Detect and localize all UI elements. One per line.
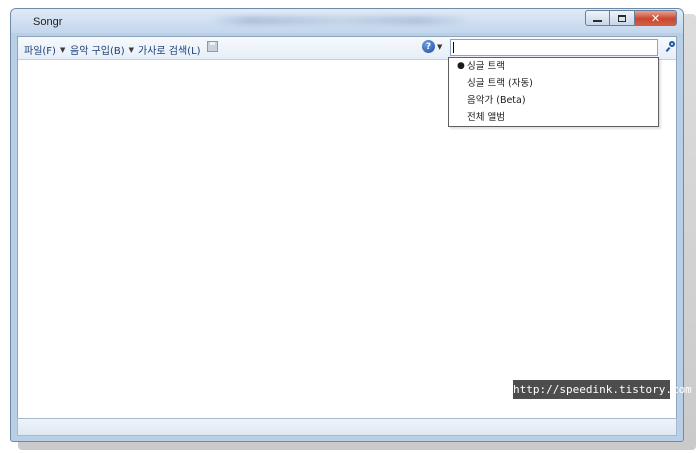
client-area: 파일(F) ▼ 음악 구입(B) ▼ 가사로 검색(L) ? ▼ ● 싱글 트랙… bbox=[17, 36, 677, 436]
search-mode-label: 전체 앨범 bbox=[467, 112, 505, 123]
chevron-down-icon: ▼ bbox=[59, 45, 66, 54]
search-mode-dropdown: ● 싱글 트랙 싱글 트랙 (자동) 음악가 (Beta) 전체 앨범 bbox=[448, 57, 659, 127]
save-icon[interactable] bbox=[207, 41, 218, 52]
menu-search-lyrics[interactable]: 가사로 검색(L) bbox=[138, 42, 201, 57]
window-title: Songr bbox=[33, 16, 63, 28]
search-mode-label: 싱글 트랙 (자동) bbox=[467, 78, 533, 89]
search-mode-option[interactable]: 음악가 (Beta) bbox=[449, 92, 658, 109]
search-icon bbox=[669, 41, 675, 47]
search-mode-label: 음악가 (Beta) bbox=[467, 95, 526, 106]
maximize-button[interactable] bbox=[610, 10, 635, 26]
help-button[interactable]: ? ▼ bbox=[422, 40, 442, 53]
menu-buy-music[interactable]: 음악 구입(B) ▼ bbox=[70, 42, 135, 58]
search-button[interactable] bbox=[665, 41, 678, 53]
close-icon: ✕ bbox=[650, 11, 661, 25]
menu-buy-music-label: 음악 구입(B) bbox=[70, 46, 125, 57]
app-window: Songr ✕ 파일(F) ▼ 음악 구입(B) ▼ 가사로 검색(L) ? ▼ bbox=[10, 8, 684, 442]
menu-search-lyrics-label: 가사로 검색(L) bbox=[138, 46, 201, 57]
maximize-icon bbox=[618, 14, 626, 22]
menu-file-label: 파일(F) bbox=[24, 46, 56, 57]
selected-bullet-icon: ● bbox=[457, 61, 465, 71]
title-bar[interactable]: Songr ✕ bbox=[11, 9, 683, 33]
search-mode-option[interactable]: 싱글 트랙 (자동) bbox=[449, 75, 658, 92]
minimize-icon bbox=[593, 19, 602, 22]
close-button[interactable]: ✕ bbox=[635, 10, 677, 26]
status-bar bbox=[17, 418, 677, 436]
watermark: http://speedink.tistory.com bbox=[513, 380, 692, 399]
search-mode-label: 싱글 트랙 bbox=[467, 61, 505, 72]
text-cursor bbox=[453, 42, 454, 53]
search-mode-option[interactable]: 전체 앨범 bbox=[449, 109, 658, 126]
search-icon-handle bbox=[665, 46, 671, 53]
search-mode-option[interactable]: ● 싱글 트랙 bbox=[449, 58, 658, 75]
help-icon: ? bbox=[422, 40, 435, 53]
chevron-down-icon: ▼ bbox=[437, 42, 443, 51]
menu-file[interactable]: 파일(F) ▼ bbox=[24, 42, 66, 58]
minimize-button[interactable] bbox=[585, 10, 610, 26]
window-controls: ✕ bbox=[585, 10, 677, 28]
search-input[interactable] bbox=[450, 39, 658, 56]
blurred-title-region bbox=[211, 16, 471, 25]
chevron-down-icon: ▼ bbox=[128, 45, 135, 54]
